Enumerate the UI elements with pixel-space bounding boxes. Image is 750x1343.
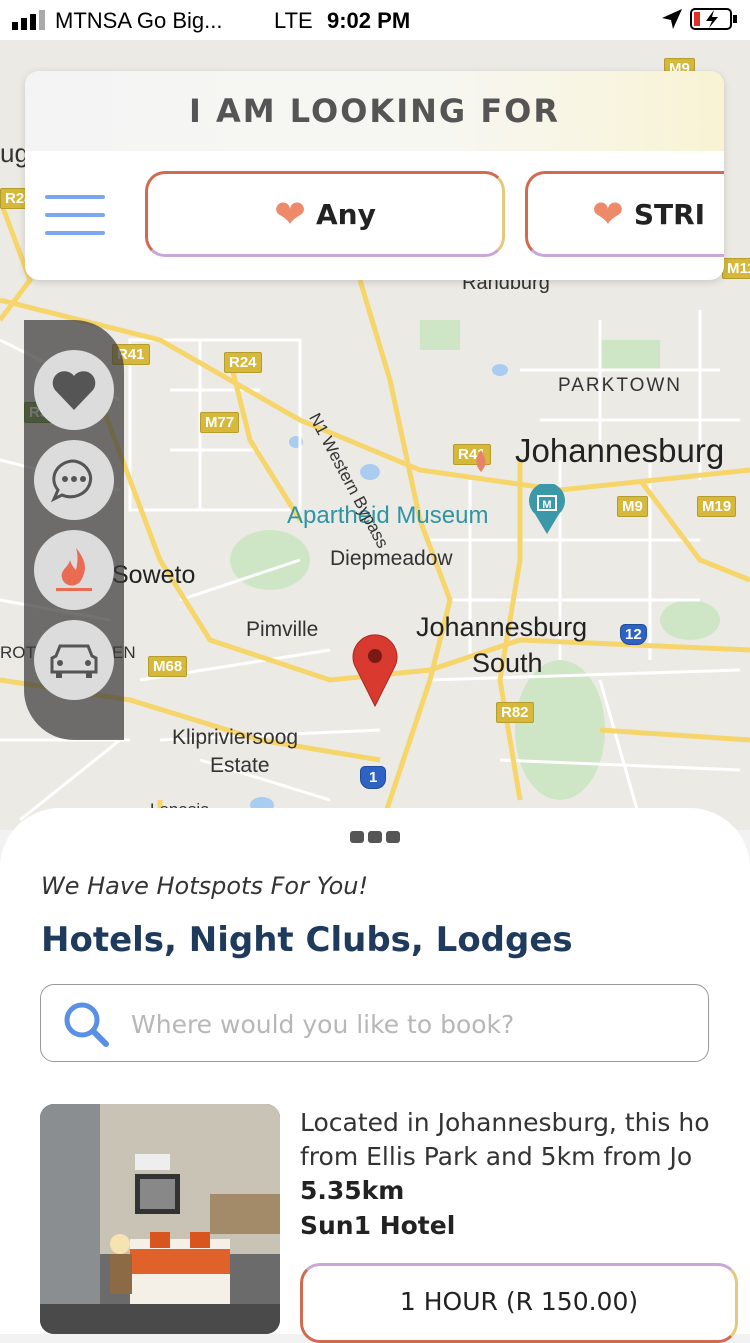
search-icon	[61, 999, 111, 1054]
heart-icon: ❤	[592, 192, 624, 236]
looking-for-title: I AM LOOKING FOR	[25, 71, 724, 151]
carrier-name: MTNSA Go Big...	[55, 8, 223, 33]
hamburger-icon[interactable]	[45, 195, 105, 237]
hotel-image[interactable]	[40, 1104, 280, 1334]
map-label-johannesburg: Johannesburg	[515, 432, 725, 469]
map-label-pimville: Pimville	[246, 618, 319, 641]
hotel-description: Located in Johannesburg, this ho from El…	[300, 1108, 710, 1171]
location-arrow-icon	[662, 9, 682, 35]
search-input[interactable]	[129, 1003, 693, 1045]
battery-icon	[690, 7, 740, 37]
ride-button[interactable]	[34, 620, 114, 700]
book-hour-button[interactable]: 1 HOUR (R 150.00)	[300, 1263, 738, 1343]
favorites-button[interactable]	[34, 350, 114, 430]
road-shield-r82: R82	[496, 702, 534, 723]
road-shield-m9: M9	[617, 496, 648, 517]
drag-handle[interactable]	[350, 830, 404, 848]
road-shield-m11: M11	[722, 258, 750, 279]
network-type: LTE	[274, 8, 313, 33]
hotel-name: Sun1 Hotel	[300, 1211, 456, 1240]
filter-chip-any[interactable]: ❤ Any	[145, 171, 505, 257]
chat-icon	[50, 459, 93, 503]
looking-for-card: I AM LOOKING FOR ❤ Any ❤ STRI	[25, 71, 724, 280]
filter-chip-label: STRI	[633, 197, 706, 231]
map-label-johannesburg-south-2: South	[472, 648, 543, 678]
clock: 9:02 PM	[327, 8, 411, 33]
map-label-klipriviersoog-2: Estate	[210, 754, 270, 777]
map-label-apartheid-museum: Apartheid Museum	[287, 502, 489, 529]
sheet-title: Hotels, Night Clubs, Lodges	[41, 920, 573, 960]
side-rail	[24, 320, 124, 740]
heart-icon: ❤	[274, 192, 306, 236]
bottom-sheet[interactable]: We Have Hotspots For You! Hotels, Night …	[0, 808, 750, 1343]
hotspot-button[interactable]	[34, 530, 114, 610]
flame-icon	[56, 548, 92, 591]
heart-icon	[52, 371, 96, 410]
map-label-johannesburg-south-1: Johannesburg	[416, 612, 588, 642]
road-shield-m19: M19	[697, 496, 737, 517]
signal-icon	[12, 10, 48, 36]
road-shield-m68: M68	[148, 656, 188, 677]
map-label-diepmeadow: Diepmeadow	[330, 547, 453, 570]
chat-button[interactable]	[34, 440, 114, 520]
filter-chip-label: Any	[315, 197, 376, 231]
road-shield-r24: R24	[224, 352, 262, 373]
status-bar: MTNSA Go Big... LTE 9:02 PM	[0, 0, 750, 40]
sheet-tagline: We Have Hotspots For You!	[41, 872, 369, 900]
svg-text:M: M	[542, 499, 551, 511]
car-icon	[50, 644, 98, 678]
route-shield-1: 1	[360, 766, 387, 789]
route-shield-12: 12	[620, 624, 647, 645]
map-label-soweto: Soweto	[112, 561, 196, 589]
map-label-parktown: PARKTOWN	[558, 375, 683, 396]
road-shield-m77: M77	[200, 412, 240, 433]
map-label-klipriviersoog-1: Klipriviersoog	[172, 726, 299, 749]
hotel-distance: 5.35km	[300, 1176, 405, 1205]
filter-chip-stri[interactable]: ❤ STRI	[525, 171, 724, 257]
search-bar[interactable]	[40, 984, 709, 1062]
